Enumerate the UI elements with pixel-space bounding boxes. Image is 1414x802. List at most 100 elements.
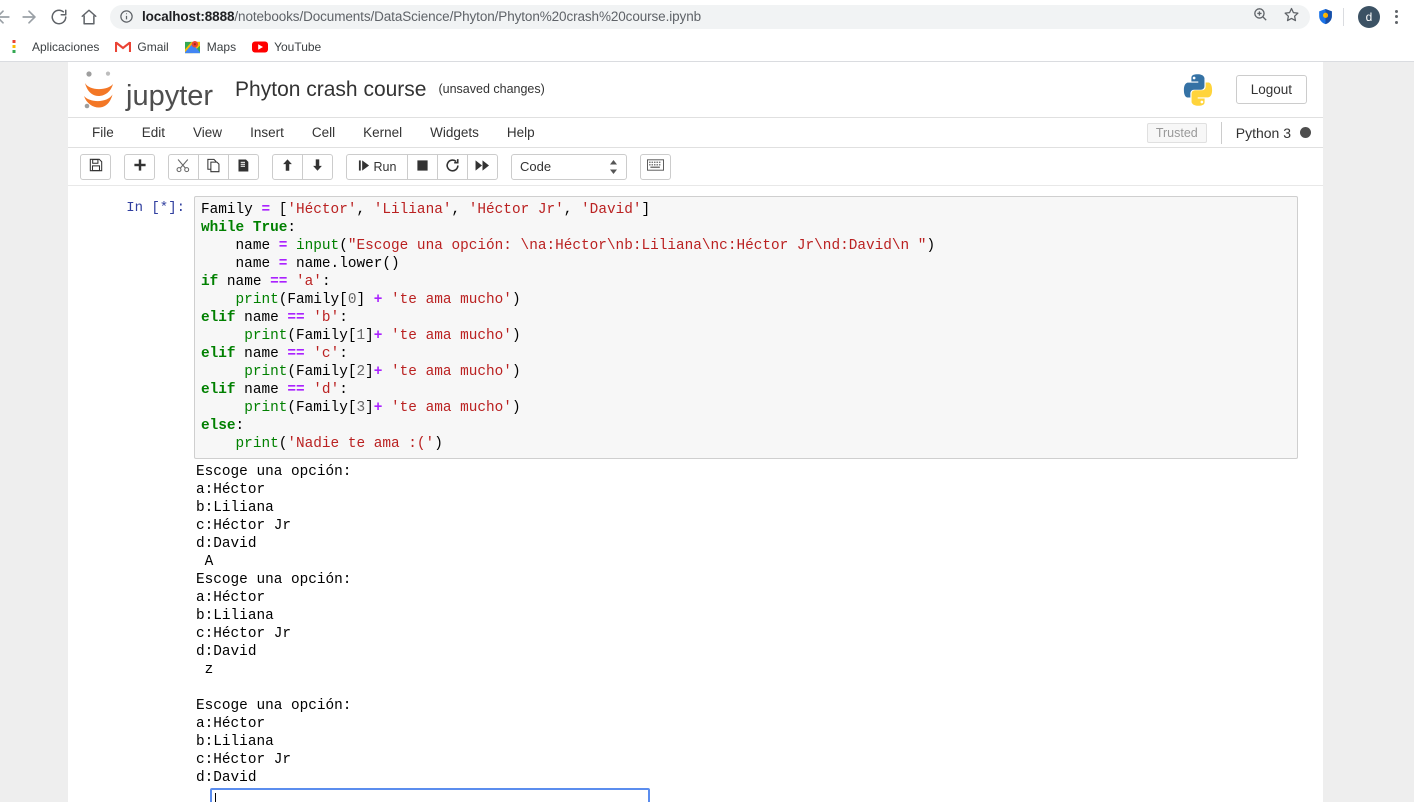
restart-and-run-all-button[interactable] [467, 153, 498, 180]
interrupt-kernel-button[interactable] [407, 153, 438, 180]
bookmark-maps[interactable]: Maps [177, 35, 244, 59]
notebook-panel: jupyter Phyton crash course (unsaved cha… [68, 62, 1323, 802]
toolbar-group-move [272, 153, 333, 180]
menu-cell[interactable]: Cell [298, 120, 349, 145]
menubar-divider [1220, 121, 1222, 144]
move-cell-down-button[interactable] [302, 153, 333, 180]
save-status: (unsaved changes) [438, 81, 545, 96]
home-icon[interactable] [74, 2, 104, 32]
bookmark-aplicaciones[interactable]: Aplicaciones [2, 35, 107, 59]
browser-chrome: localhost:8888/notebooks/Documents/DataS… [0, 0, 1414, 62]
paste-icon [236, 158, 251, 176]
address-bar-url: localhost:8888/notebooks/Documents/DataS… [142, 9, 1244, 24]
copy-icon [206, 158, 221, 176]
menu-view[interactable]: View [179, 120, 236, 145]
bookmark-label: Aplicaciones [32, 40, 100, 54]
fast-forward-icon [475, 159, 490, 175]
notebook-title[interactable]: Phyton crash course [235, 78, 426, 102]
toolbar-group-insert [124, 153, 155, 180]
back-arrow-icon[interactable] [0, 2, 14, 32]
cell-type-select[interactable]: Code [511, 153, 627, 180]
cell-output: Escoge una opción: a:Héctor b:Liliana c:… [68, 459, 1323, 787]
gmail-icon [115, 39, 132, 55]
menu-help[interactable]: Help [493, 120, 549, 145]
chrome-menu-icon[interactable] [1386, 9, 1406, 24]
site-info-icon[interactable] [119, 9, 134, 24]
page-background: jupyter Phyton crash course (unsaved cha… [0, 62, 1414, 802]
reload-icon[interactable] [44, 2, 74, 32]
bookmark-gmail[interactable]: Gmail [107, 35, 176, 59]
restart-kernel-button[interactable] [437, 153, 468, 180]
toolbar-group-save [80, 153, 111, 180]
spinner-arrows-icon [609, 159, 618, 175]
stdin-prompt-row [68, 788, 1323, 802]
run-button[interactable]: Run [346, 153, 408, 180]
header-right: Logout [1180, 72, 1307, 108]
menu-file[interactable]: File [78, 120, 128, 145]
toolbar-group-run: Run [346, 153, 498, 180]
cut-button[interactable] [168, 153, 199, 180]
kernel-status-indicator [1300, 127, 1311, 138]
run-button-label: Run [373, 159, 397, 174]
toolbar-group-clipboard [168, 153, 259, 180]
jupyter-logo-icon [84, 70, 113, 108]
menubar-right: Trusted Python 3 [1146, 121, 1323, 144]
bookmark-youtube[interactable]: YouTube [244, 35, 329, 59]
cell-type-value: Code [520, 159, 552, 174]
save-icon [89, 158, 103, 175]
youtube-icon [252, 39, 269, 55]
stdin-input[interactable] [210, 788, 650, 802]
copy-button[interactable] [198, 153, 229, 180]
omnibox-actions [1252, 6, 1300, 28]
extension-shield-icon[interactable] [1316, 7, 1335, 26]
arrow-down-icon [311, 158, 324, 175]
bookmark-bar: Aplicaciones Gmail Maps YouTube [0, 33, 1414, 61]
text-cursor [215, 792, 216, 802]
apps-grid-icon [10, 39, 26, 55]
run-icon [358, 159, 370, 175]
code-source: Family = ['Héctor', 'Liliana', 'Héctor J… [201, 202, 936, 452]
kernel-name[interactable]: Python 3 [1236, 125, 1291, 141]
save-button[interactable] [80, 153, 111, 180]
avatar[interactable]: d [1358, 5, 1380, 28]
output-prompt-spacer [68, 463, 194, 787]
menu-widgets[interactable]: Widgets [416, 120, 493, 145]
menu-kernel[interactable]: Kernel [349, 120, 416, 145]
insert-cell-button[interactable] [124, 153, 155, 180]
code-editor[interactable]: Family = ['Héctor', 'Liliana', 'Héctor J… [194, 196, 1298, 459]
chrome-divider [1343, 7, 1344, 26]
bookmark-label: YouTube [274, 40, 322, 54]
jupyter-menubar: File Edit View Insert Cell Kernel Widget… [68, 117, 1323, 148]
forward-arrow-icon[interactable] [14, 2, 44, 32]
restart-circular-arrow-icon [445, 158, 460, 176]
keyboard-icon [647, 159, 664, 174]
menu-edit[interactable]: Edit [128, 120, 179, 145]
command-palette-button[interactable] [640, 153, 671, 180]
jupyter-header: jupyter Phyton crash course (unsaved cha… [68, 62, 1323, 117]
notebook-body: In [*]: Family = ['Héctor', 'Liliana', '… [68, 188, 1323, 802]
address-bar[interactable]: localhost:8888/notebooks/Documents/DataS… [110, 4, 1310, 29]
plus-icon [133, 158, 147, 175]
bookmark-label: Maps [206, 40, 237, 54]
paste-button[interactable] [228, 153, 259, 180]
maps-icon [185, 39, 201, 55]
move-cell-up-button[interactable] [272, 153, 303, 180]
url-host: localhost:8888 [142, 9, 235, 24]
scissors-icon [176, 158, 191, 176]
stop-square-icon [416, 159, 429, 175]
toolbar-group-palette [640, 153, 671, 180]
jupyter-logo[interactable]: jupyter [80, 69, 213, 111]
url-path: /notebooks/Documents/DataScience/Phyton/… [234, 9, 702, 24]
menu-insert[interactable]: Insert [236, 120, 298, 145]
code-cell[interactable]: In [*]: Family = ['Héctor', 'Liliana', '… [68, 188, 1323, 459]
jupyter-wordmark: jupyter [126, 79, 214, 112]
python-logo-icon [1180, 72, 1216, 108]
bookmark-label: Gmail [137, 40, 169, 54]
chrome-right-actions: d [1316, 5, 1406, 28]
jupyter-toolbar: Run Code [68, 148, 1323, 186]
logout-button[interactable]: Logout [1235, 75, 1307, 104]
cell-prompt-in: In [*]: [126, 200, 185, 216]
bookmark-star-icon[interactable] [1283, 6, 1300, 28]
zoom-icon[interactable] [1252, 6, 1269, 28]
output-stream-text: Escoge una opción: a:Héctor b:Liliana c:… [196, 464, 352, 786]
